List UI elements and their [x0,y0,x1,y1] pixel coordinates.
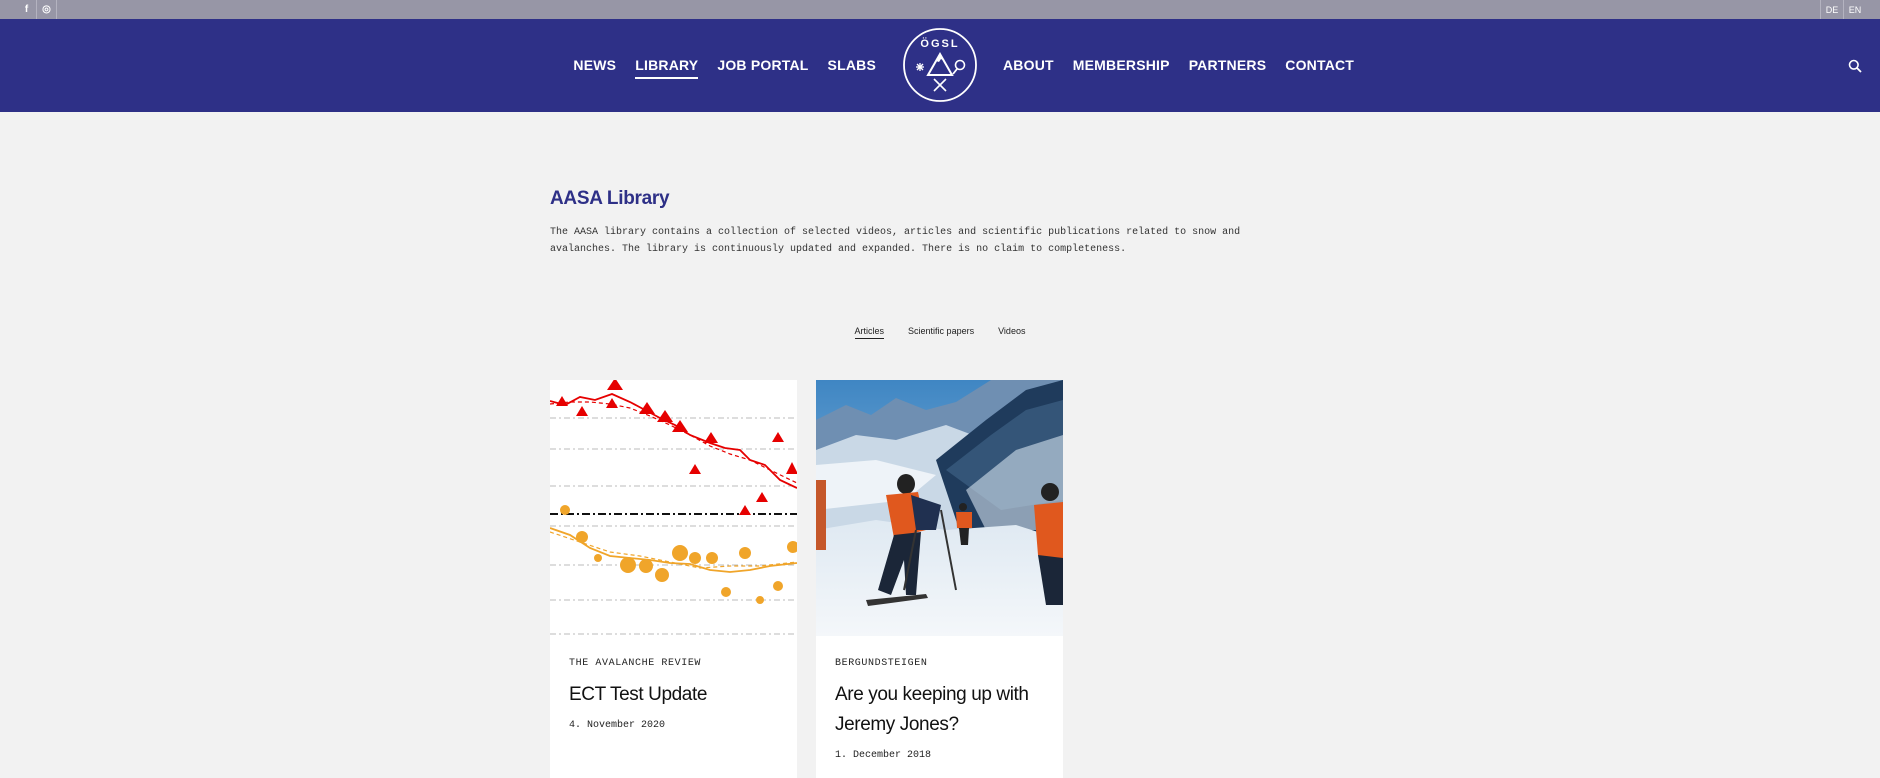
site-logo[interactable]: ÖGSL [902,27,978,103]
facebook-icon[interactable]: f [17,0,37,19]
language-en[interactable]: EN [1843,0,1866,19]
main-navigation: NEWS LIBRARY JOB PORTAL SLABS ÖGSL ABOUT… [0,19,1880,112]
nav-partners[interactable]: PARTNERS [1189,57,1267,75]
article-title[interactable]: Are you keeping up with Jeremy Jones? [835,680,1050,740]
nav-news[interactable]: NEWS [573,57,616,75]
nav-slabs[interactable]: SLABS [828,57,876,75]
filter-videos[interactable]: Videos [998,326,1025,339]
filter-articles[interactable]: Articles [854,326,885,339]
article-title[interactable]: ECT Test Update [569,680,784,710]
article-source: BERGUNDSTEIGEN [835,658,928,669]
nav-job-portal[interactable]: JOB PORTAL [717,57,808,75]
search-icon[interactable] [1848,59,1862,73]
filter-scientific-papers[interactable]: Scientific papers [908,326,974,339]
nav-about[interactable]: ABOUT [1003,57,1054,75]
nav-membership[interactable]: MEMBERSHIP [1073,57,1170,75]
top-utility-bar: f ◎ DE EN [0,0,1880,19]
article-thumbnail-chart[interactable] [550,380,797,636]
page-title: AASA Library [550,188,670,209]
article-date: 4. November 2020 [569,720,666,731]
article-date: 1. December 2018 [835,750,932,761]
article-source: THE AVALANCHE REVIEW [569,658,702,669]
article-card[interactable]: THE AVALANCHE REVIEW ECT Test Update 4. … [550,380,797,778]
instagram-icon[interactable]: ◎ [37,0,57,19]
language-de[interactable]: DE [1820,0,1843,19]
library-description: The AASA library contains a collection o… [550,227,1241,255]
nav-right-group: ABOUT MEMBERSHIP PARTNERS CONTACT [1003,19,1354,112]
article-thumbnail-photo[interactable] [816,380,1063,636]
logo-text: ÖGSL [920,37,959,50]
nav-left-group: NEWS LIBRARY JOB PORTAL SLABS [573,19,876,112]
category-filters: Articles Scientific papers Videos [0,326,1880,339]
nav-library[interactable]: LIBRARY [635,57,699,79]
article-card[interactable]: BERGUNDSTEIGEN Are you keeping up with J… [816,380,1063,778]
language-switcher: DE EN [1820,0,1866,19]
nav-contact[interactable]: CONTACT [1285,57,1354,75]
social-links: f ◎ [17,0,57,19]
